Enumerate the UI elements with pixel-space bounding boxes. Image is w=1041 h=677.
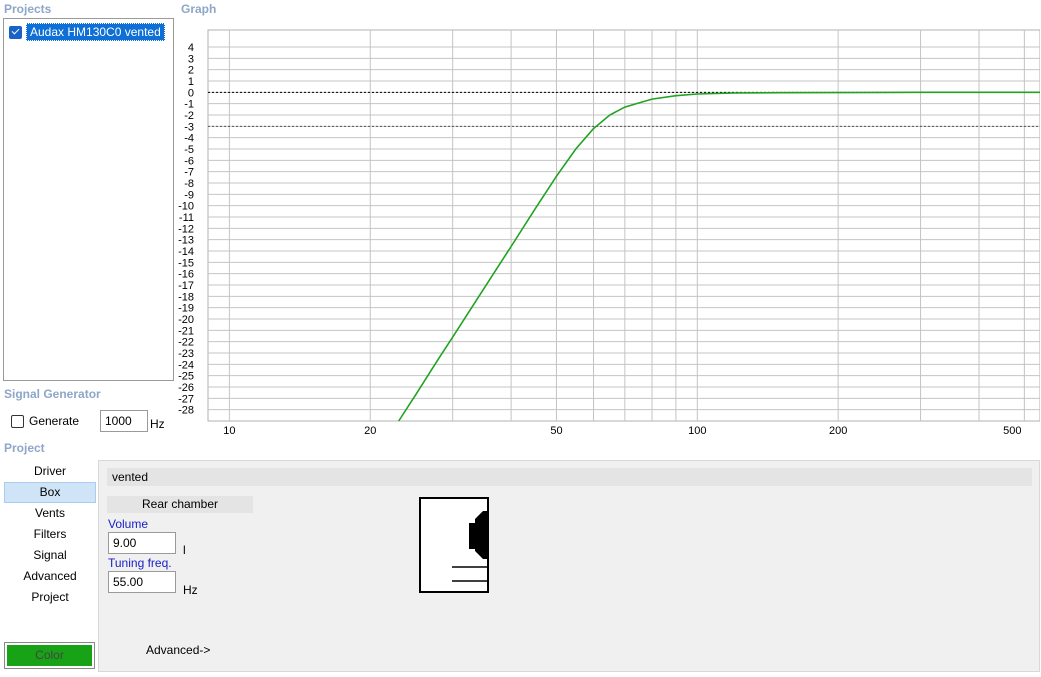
speaker-cone [475, 511, 488, 559]
advanced-link[interactable]: Advanced-> [146, 643, 210, 657]
nav-driver[interactable]: Driver [4, 461, 96, 482]
vented-box-diagram [419, 497, 489, 593]
y-tick-label: 0 [188, 87, 194, 99]
box-type-label: vented [107, 468, 1032, 486]
y-tick-label: -27 [178, 393, 194, 405]
projects-section-title: Projects [4, 2, 52, 16]
y-tick-label: -4 [184, 133, 194, 145]
y-tick-label: -28 [178, 405, 194, 417]
nav-filters[interactable]: Filters [4, 524, 96, 545]
y-tick-label: -8 [184, 178, 194, 190]
color-button-label: Color [7, 645, 92, 666]
speaker-magnet [469, 523, 475, 549]
y-tick-label: -24 [178, 359, 194, 371]
project-item-label[interactable]: Audax HM130C0 vented [26, 23, 165, 41]
y-tick-label: -14 [178, 246, 194, 258]
generate-label[interactable]: Generate [29, 414, 79, 428]
x-tick-label: 500 [1003, 425, 1021, 437]
x-tick-label: 20 [364, 425, 376, 437]
x-tick-label: 100 [688, 425, 706, 437]
nav-box[interactable]: Box [4, 482, 96, 503]
y-tick-label: -26 [178, 382, 194, 394]
project-section-title: Project [4, 441, 45, 455]
projects-list[interactable]: Audax HM130C0 vented [3, 18, 174, 381]
y-tick-label: -1 [184, 99, 194, 111]
y-tick-label: -16 [178, 269, 194, 281]
color-button[interactable]: Color [4, 642, 95, 669]
box-settings-panel: vented Rear chamber Volume l Tuning freq… [98, 460, 1040, 672]
x-tick-label: 50 [550, 425, 562, 437]
signal-generator-title: Signal Generator [4, 387, 101, 401]
tuning-freq-unit: Hz [183, 583, 198, 597]
project-nav: Driver Box Vents Filters Signal Advanced… [4, 461, 96, 608]
y-tick-label: -5 [184, 144, 194, 156]
y-tick-label: -19 [178, 303, 194, 315]
y-tick-label: -18 [178, 291, 194, 303]
y-tick-label: -10 [178, 201, 194, 213]
y-tick-label: -20 [178, 314, 194, 326]
y-tick-label: -11 [179, 212, 194, 224]
generator-frequency-input[interactable] [100, 410, 148, 432]
y-tick-label: -22 [178, 337, 194, 349]
y-tick-label: 4 [188, 42, 194, 54]
volume-unit: l [183, 543, 186, 557]
y-tick-label: 3 [188, 53, 194, 65]
nav-signal[interactable]: Signal [4, 545, 96, 566]
y-tick-label: -7 [184, 167, 194, 179]
y-tick-label: -13 [178, 235, 194, 247]
volume-label: Volume [108, 517, 149, 531]
plot-area [207, 29, 1041, 422]
project-checkbox[interactable] [9, 25, 22, 39]
y-tick-label: -25 [178, 371, 194, 383]
y-tick-label: -23 [178, 348, 194, 360]
tuning-freq-label: Tuning freq. [108, 556, 172, 570]
y-tick-label: -17 [178, 280, 194, 292]
x-tick-label: 10 [223, 425, 235, 437]
y-tick-label: -12 [178, 223, 194, 235]
generate-checkbox[interactable] [11, 414, 24, 428]
nav-project[interactable]: Project [4, 587, 96, 608]
tuning-freq-input[interactable] [108, 571, 176, 593]
y-tick-label: -3 [184, 121, 194, 133]
project-item[interactable]: Audax HM130C0 vented [9, 23, 165, 41]
volume-input[interactable] [108, 532, 176, 554]
generator-frequency-unit: Hz [150, 417, 165, 431]
y-tick-label: 1 [188, 76, 194, 88]
graph-panel[interactable]: 4 3 2 1 0 -1 -2 -3 -4 -5 -6 -7 -8 -9 -10 -11 -12 -13 -14 -1… [178, 18, 1041, 438]
generate-row[interactable]: Generate [11, 414, 79, 428]
y-tick-label: -15 [178, 257, 194, 269]
y-tick-label: -2 [184, 110, 194, 122]
graph-section-title: Graph [181, 2, 217, 16]
rear-chamber-header: Rear chamber [107, 496, 253, 513]
nav-vents[interactable]: Vents [4, 503, 96, 524]
y-tick-label: 2 [188, 65, 194, 77]
nav-advanced[interactable]: Advanced [4, 566, 96, 587]
x-tick-label: 200 [829, 425, 847, 437]
y-tick-label: -9 [184, 189, 194, 201]
frequency-response-chart[interactable]: 43210-1-2-3-4-5-6-7-8-9-10-11-12-13-14-1… [178, 18, 1041, 438]
y-tick-label: -21 [178, 325, 194, 337]
y-tick-label: -6 [184, 155, 194, 167]
